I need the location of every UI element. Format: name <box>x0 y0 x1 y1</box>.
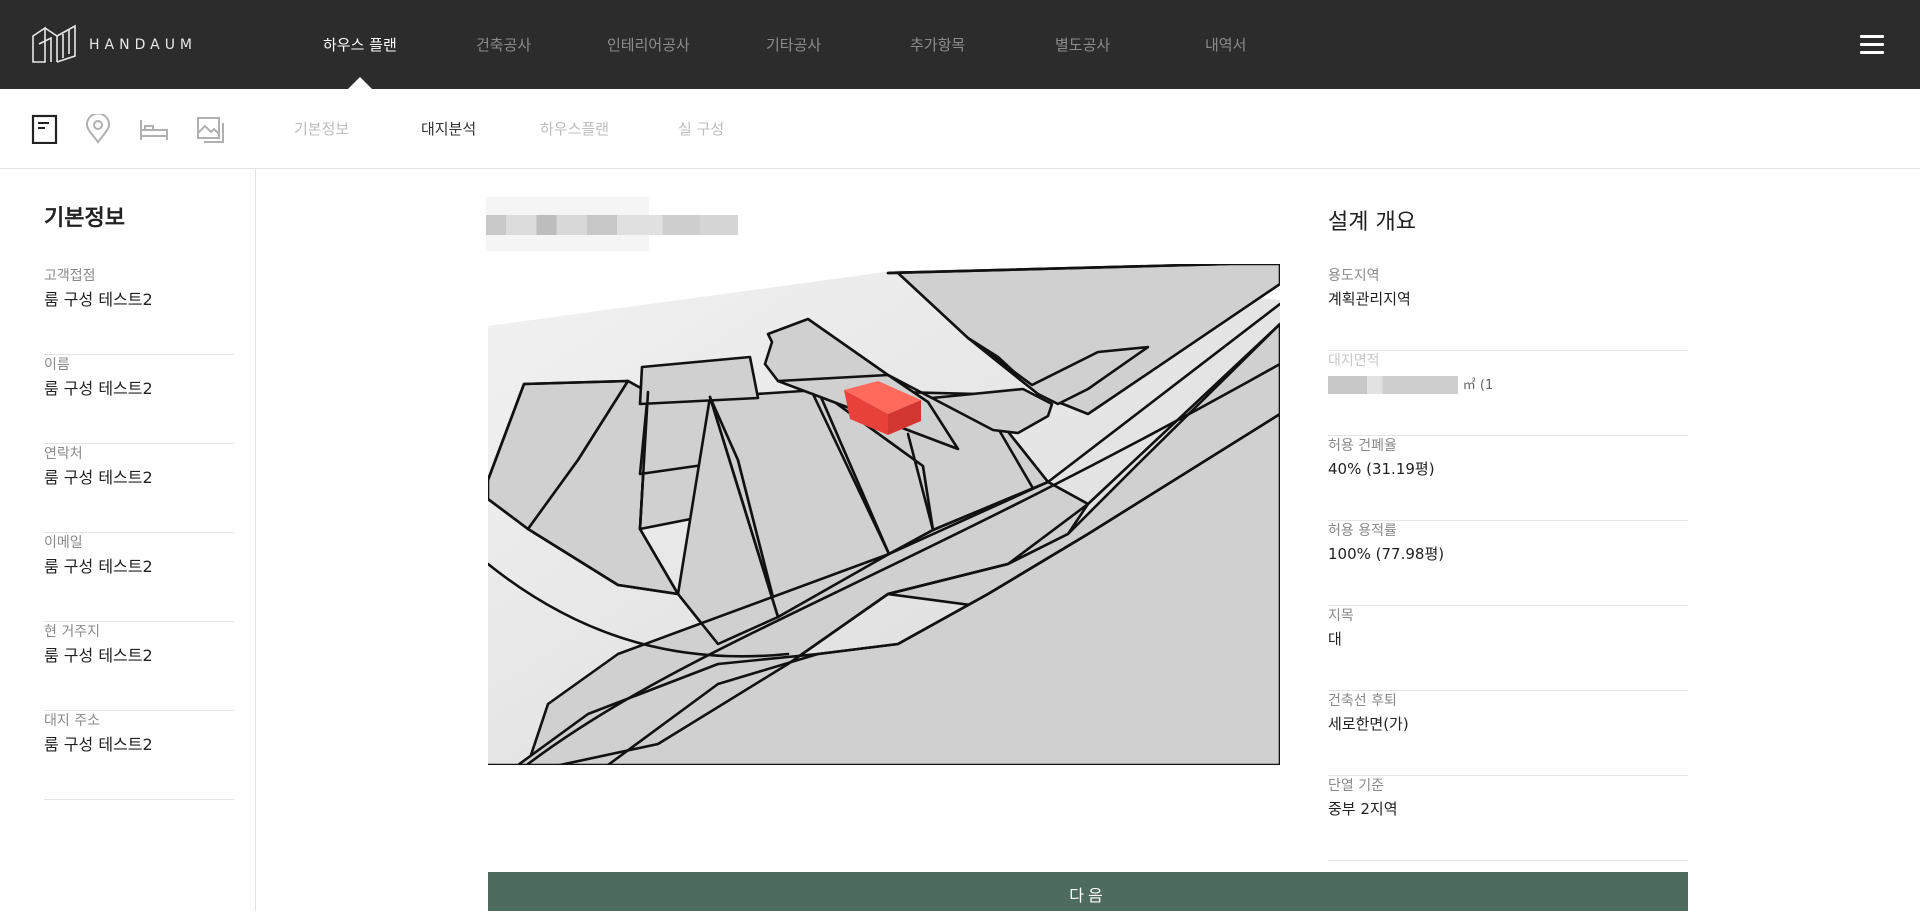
subtab-room-composition[interactable]: 실 구성 <box>678 118 724 139</box>
info-item-current-residence: 현 거주지 룸 구성 테스트2 <box>44 622 234 711</box>
info-item-site-address: 대지 주소 룸 구성 테스트2 <box>44 711 234 800</box>
summary-item-land-category: 지목 대 <box>1328 606 1688 691</box>
summary-value: 중부 2지역 <box>1328 800 1398 818</box>
summary-item-zoning: 용도지역 계획관리지역 <box>1328 266 1688 351</box>
info-item-name: 이름 룸 구성 테스트2 <box>44 355 234 444</box>
summary-item-floor-area-ratio: 허용 용적률 100% (77.98평) <box>1328 521 1688 606</box>
summary-value: 100% (77.98평) <box>1328 545 1445 563</box>
bed-icon[interactable] <box>139 114 169 144</box>
site-map-canvas[interactable] <box>488 264 1280 765</box>
sub-navigation-bar: 기본정보 대지분석 하우스플랜 실 구성 <box>0 89 1920 169</box>
summary-label: 대지면적 <box>1328 353 1380 369</box>
basic-info-list: 고객접점 룸 구성 테스트2 이름 룸 구성 테스트2 연락처 룸 구성 테스트… <box>44 266 234 800</box>
redacted-area-value <box>1328 375 1458 394</box>
info-label: 이메일 <box>44 535 83 551</box>
nav-tab-separate-work[interactable]: 별도공사 <box>1055 34 1110 55</box>
summary-item-insulation-standard: 단열 기준 중부 2지역 <box>1328 776 1688 861</box>
document-icon[interactable] <box>30 114 60 144</box>
info-value: 룸 구성 테스트2 <box>44 290 153 309</box>
summary-item-site-area: 대지면적 ㎡ (1 <box>1328 351 1688 436</box>
info-label: 고객접점 <box>44 268 96 284</box>
nav-tab-interior[interactable]: 인테리어공사 <box>607 34 690 55</box>
subtab-house-plan[interactable]: 하우스플랜 <box>540 118 609 139</box>
info-value: 룸 구성 테스트2 <box>44 735 153 754</box>
summary-label: 단열 기준 <box>1328 778 1384 794</box>
hamburger-icon[interactable] <box>1860 33 1884 55</box>
summary-value: 계획관리지역 <box>1328 290 1411 308</box>
top-navigation-bar: HANDAUM 하우스 플랜 건축공사 인테리어공사 기타공사 추가항목 별도공… <box>0 0 1920 90</box>
brand-name: HANDAUM <box>89 37 198 53</box>
site-3d-map[interactable] <box>488 264 1280 765</box>
info-value: 룸 구성 테스트2 <box>44 646 153 665</box>
design-summary-list: 용도지역 계획관리지역 대지면적 ㎡ (1 허용 건폐율 40% (31.19평… <box>1328 266 1688 861</box>
summary-label: 허용 건폐율 <box>1328 438 1397 454</box>
brand-logo[interactable]: HANDAUM <box>31 24 197 66</box>
info-value: 룸 구성 테스트2 <box>44 557 153 576</box>
nav-tab-additional-items[interactable]: 추가항목 <box>910 34 965 55</box>
info-label: 현 거주지 <box>44 624 100 640</box>
nav-tab-other-work[interactable]: 기타공사 <box>766 34 821 55</box>
info-value: 룸 구성 테스트2 <box>44 379 153 398</box>
nav-tab-statement[interactable]: 내역서 <box>1205 34 1246 55</box>
summary-value-redacted: ㎡ (1 <box>1328 374 1688 396</box>
design-summary-panel: 설계 개요 용도지역 계획관리지역 대지면적 ㎡ (1 허용 건폐율 40% (… <box>1328 208 1688 861</box>
basic-info-sidebar: 기본정보 고객접점 룸 구성 테스트2 이름 룸 구성 테스트2 연락처 룸 구… <box>0 169 256 911</box>
summary-item-building-coverage: 허용 건폐율 40% (31.19평) <box>1328 436 1688 521</box>
summary-item-setback: 건축선 후퇴 세로한면(가) <box>1328 691 1688 776</box>
sidebar-title: 기본정보 <box>44 206 125 231</box>
summary-label: 용도지역 <box>1328 268 1380 284</box>
design-summary-title: 설계 개요 <box>1328 210 1416 235</box>
summary-value: 세로한면(가) <box>1328 715 1409 733</box>
image-icon[interactable] <box>196 114 226 144</box>
next-button[interactable]: 다음 <box>488 872 1688 911</box>
summary-value: 대 <box>1328 630 1342 648</box>
info-item-phone: 연락처 룸 구성 테스트2 <box>44 444 234 533</box>
info-item-customer-contact: 고객접점 룸 구성 테스트2 <box>44 266 234 355</box>
summary-label: 지목 <box>1328 608 1354 624</box>
handaum-logo-icon <box>32 24 76 63</box>
nav-tab-construction[interactable]: 건축공사 <box>476 34 531 55</box>
info-value: 룸 구성 테스트2 <box>44 468 153 487</box>
info-label: 대지 주소 <box>44 713 100 729</box>
info-item-email: 이메일 룸 구성 테스트2 <box>44 533 234 622</box>
location-pin-icon[interactable] <box>83 114 113 144</box>
nav-tab-house-plan[interactable]: 하우스 플랜 <box>323 34 397 55</box>
summary-label: 허용 용적률 <box>1328 523 1397 539</box>
subtab-basic-info[interactable]: 기본정보 <box>294 118 349 139</box>
redacted-site-address <box>486 215 738 235</box>
info-label: 연락처 <box>44 446 83 462</box>
subtab-site-analysis[interactable]: 대지분석 <box>421 118 476 139</box>
summary-value: ㎡ (1 <box>1462 378 1494 393</box>
info-label: 이름 <box>44 357 70 373</box>
summary-value: 40% (31.19평) <box>1328 460 1435 478</box>
summary-label: 건축선 후퇴 <box>1328 693 1397 709</box>
